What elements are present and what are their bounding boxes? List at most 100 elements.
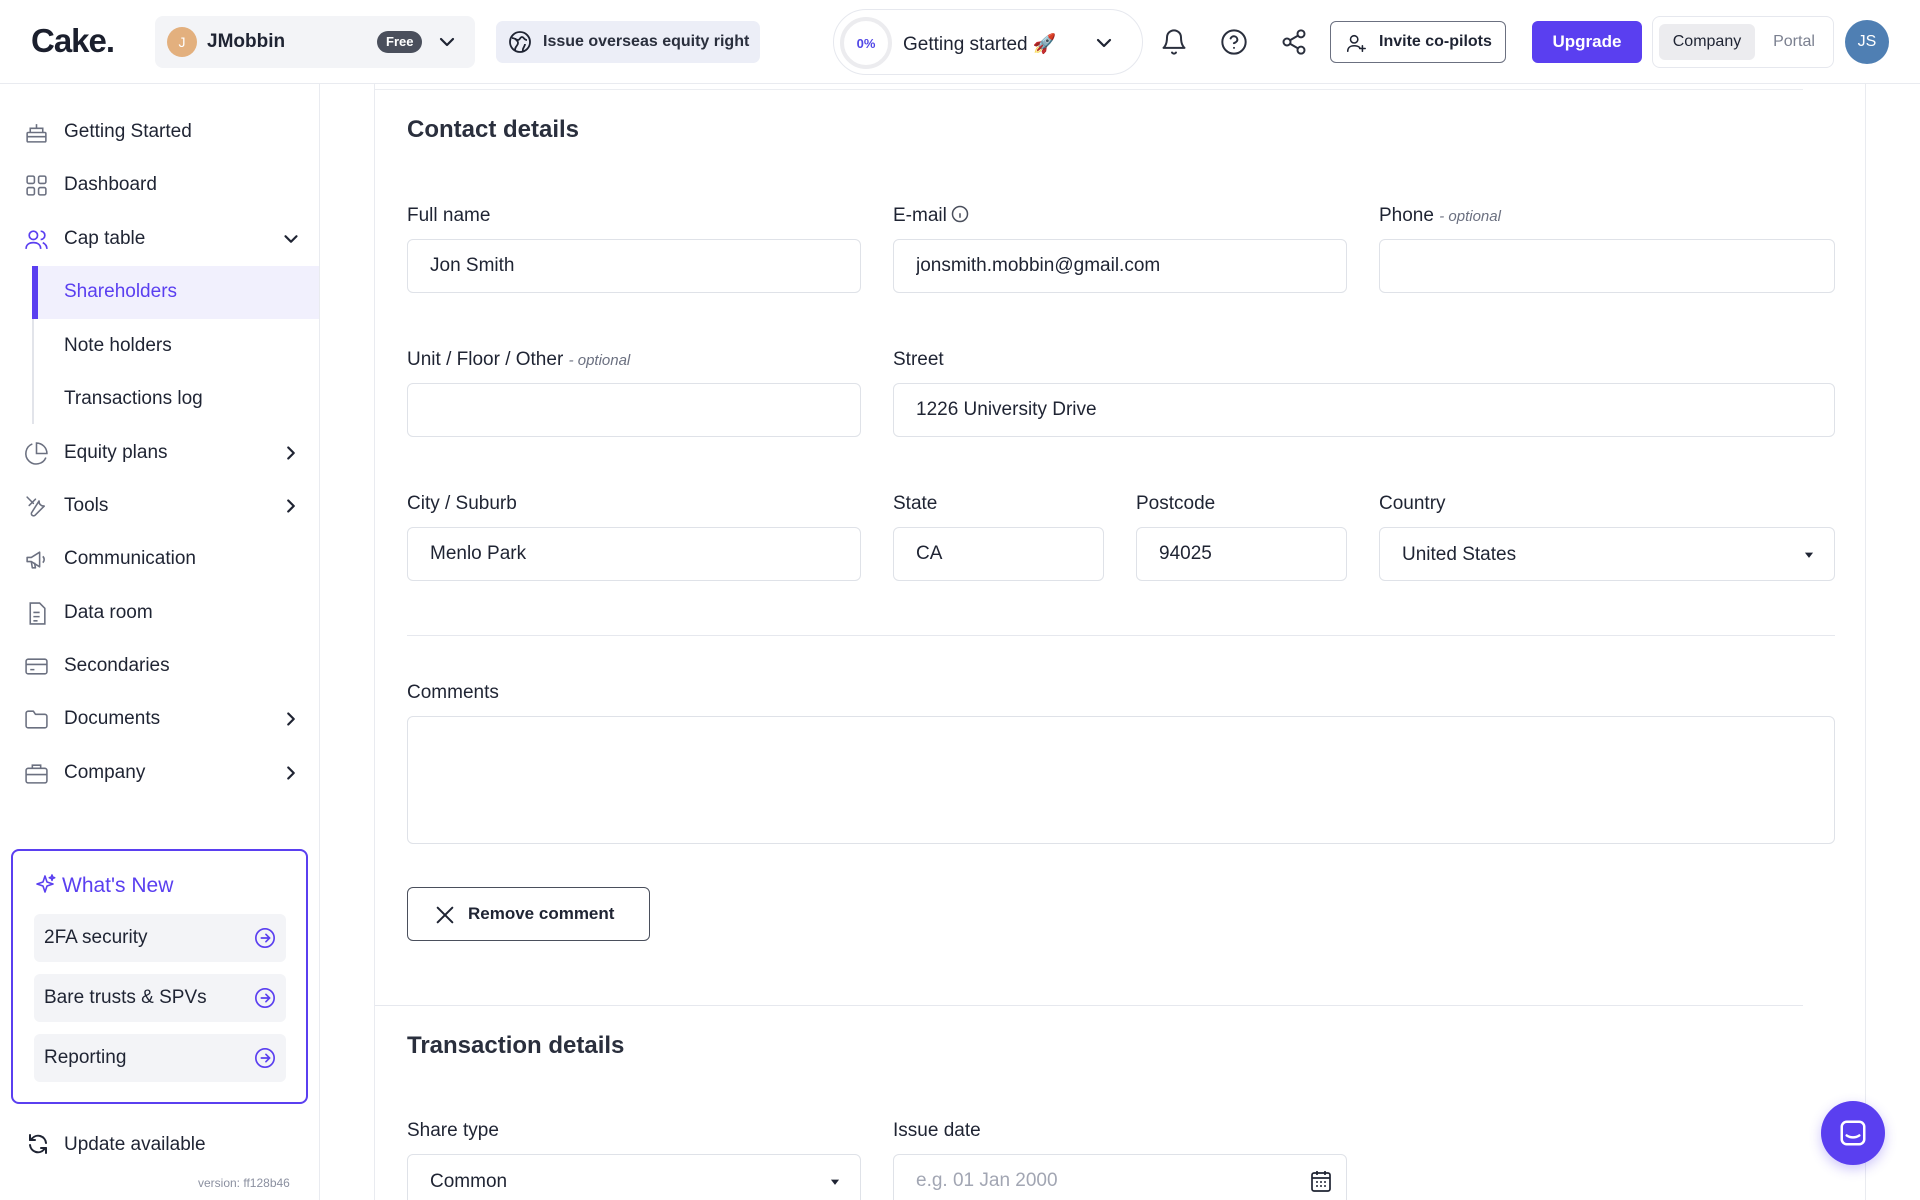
whats-new-label: Bare trusts & SPVs: [44, 987, 207, 1008]
optional-hint: - optional: [1439, 208, 1501, 225]
sidebar-item-note-holders[interactable]: Note holders: [32, 320, 319, 373]
share-icon[interactable]: [1280, 28, 1308, 56]
chevron-right-icon: [287, 499, 295, 513]
issue-date-input[interactable]: [893, 1154, 1347, 1200]
postcode-label: Postcode: [1136, 493, 1215, 515]
company-name: JMobbin: [207, 31, 286, 52]
sidebar-label: Company: [64, 762, 146, 783]
label-text: Comments: [407, 682, 499, 703]
country-select[interactable]: United States: [1379, 527, 1835, 581]
help-icon[interactable]: [1220, 28, 1248, 56]
bell-icon[interactable]: [1160, 28, 1188, 56]
sidebar-item-secondaries[interactable]: Secondaries: [0, 640, 319, 693]
sidebar-item-tools[interactable]: Tools: [0, 480, 319, 533]
whats-new-item[interactable]: Reporting: [34, 1034, 286, 1082]
label-text: E-mail: [893, 205, 947, 226]
whats-new-panel: What's New 2FA security Bare trusts & SP…: [11, 849, 308, 1104]
sidebar-label: Getting Started: [64, 121, 192, 142]
getting-started-progress[interactable]: 0% Getting started 🚀: [833, 9, 1143, 75]
sidebar-item-dashboard[interactable]: Dashboard: [0, 159, 319, 212]
whats-new-label: Reporting: [44, 1047, 127, 1068]
grid-icon: [26, 175, 47, 196]
sidebar-item-equity-plans[interactable]: Equity plans: [0, 427, 319, 480]
top-bar: Cake. J JMobbin Free Issue overseas equi…: [0, 0, 1920, 84]
label-text: Postcode: [1136, 493, 1216, 514]
sidebar-item-cap-table[interactable]: Cap table: [0, 213, 319, 266]
sidebar-label: Cap table: [64, 228, 146, 249]
comments-label: Comments: [407, 682, 499, 704]
email-label: E-mail: [893, 205, 969, 227]
city-label: City / Suburb: [407, 493, 517, 515]
arrow-right-circle-icon: [255, 988, 275, 1008]
whats-new-item[interactable]: Bare trusts & SPVs: [34, 974, 286, 1022]
whats-new-label: 2FA security: [44, 927, 148, 948]
phone-input[interactable]: [1379, 239, 1835, 293]
remove-comment-button[interactable]: Remove comment: [407, 887, 650, 941]
chevron-down-icon[interactable]: [435, 30, 459, 54]
view-portal[interactable]: Portal: [1759, 24, 1829, 60]
state-input[interactable]: [893, 527, 1104, 581]
sidebar-label: Equity plans: [64, 442, 168, 463]
contact-details-title: Contact details: [407, 116, 580, 143]
street-label: Street: [893, 349, 944, 371]
country-label: Country: [1379, 493, 1446, 515]
whats-new-title: What's New: [62, 874, 174, 897]
sidebar-item-data-room[interactable]: Data room: [0, 587, 319, 640]
email-input[interactable]: [893, 239, 1347, 293]
cake-icon: [26, 124, 47, 143]
comments-textarea[interactable]: [407, 716, 1835, 844]
divider: [375, 89, 1803, 90]
company-avatar: J: [167, 27, 197, 57]
folder-icon: [25, 710, 48, 729]
share-type-select[interactable]: Common: [407, 1154, 861, 1200]
globe-icon: [509, 31, 531, 53]
pie-chart-icon: [25, 442, 48, 465]
view-toggle: Company Portal: [1652, 16, 1834, 68]
invite-copilots-button[interactable]: Invite co-pilots: [1330, 21, 1506, 63]
sidebar-item-transactions-log[interactable]: Transactions log: [32, 373, 319, 426]
tools-icon: [26, 496, 46, 517]
upgrade-button[interactable]: Upgrade: [1532, 21, 1642, 63]
update-label: Update available: [64, 1134, 206, 1155]
sidebar-label: Communication: [64, 548, 196, 569]
sidebar-item-communication[interactable]: Communication: [0, 533, 319, 586]
label-text: Street: [893, 349, 944, 370]
cake-logo[interactable]: Cake.: [31, 22, 115, 60]
postcode-input[interactable]: [1136, 527, 1347, 581]
calendar-icon[interactable]: [1309, 1169, 1333, 1193]
close-icon: [436, 906, 454, 924]
chevron-right-icon: [287, 712, 295, 726]
street-input[interactable]: [893, 383, 1835, 437]
full-name-input[interactable]: [407, 239, 861, 293]
support-chat-button[interactable]: [1821, 1101, 1885, 1165]
arrow-right-circle-icon: [255, 1048, 275, 1068]
unit-input[interactable]: [407, 383, 861, 437]
info-icon[interactable]: [951, 205, 969, 223]
label-text: Phone: [1379, 205, 1434, 226]
label-text: Unit / Floor / Other: [407, 349, 564, 370]
update-available[interactable]: Update available: [0, 1124, 319, 1164]
sidebar-item-shareholders[interactable]: Shareholders: [32, 266, 319, 319]
whats-new-item[interactable]: 2FA security: [34, 914, 286, 962]
sidebar-label: Data room: [64, 602, 153, 623]
arrow-right-circle-icon: [255, 928, 275, 948]
chevron-right-icon: [287, 766, 295, 780]
view-company[interactable]: Company: [1659, 24, 1755, 60]
card-icon: [25, 658, 48, 675]
optional-hint: - optional: [568, 352, 631, 369]
issue-date-label: Issue date: [893, 1120, 981, 1142]
plan-badge: Free: [377, 31, 423, 53]
country-value: United States: [1402, 544, 1517, 565]
user-avatar[interactable]: JS: [1845, 20, 1889, 64]
chat-icon: [1840, 1120, 1866, 1146]
city-input[interactable]: [407, 527, 861, 581]
sparkle-icon: [36, 874, 56, 893]
sidebar-item-getting-started[interactable]: Getting Started: [0, 106, 319, 159]
chevron-down-icon[interactable]: [1092, 31, 1116, 55]
label-text: Country: [1379, 493, 1446, 514]
label-text: Issue date: [893, 1120, 981, 1141]
company-switcher[interactable]: J JMobbin Free: [155, 16, 475, 68]
sidebar-item-documents[interactable]: Documents: [0, 693, 319, 746]
sidebar-item-company[interactable]: Company: [0, 747, 319, 800]
promo-overseas-equity[interactable]: Issue overseas equity right: [496, 21, 760, 63]
